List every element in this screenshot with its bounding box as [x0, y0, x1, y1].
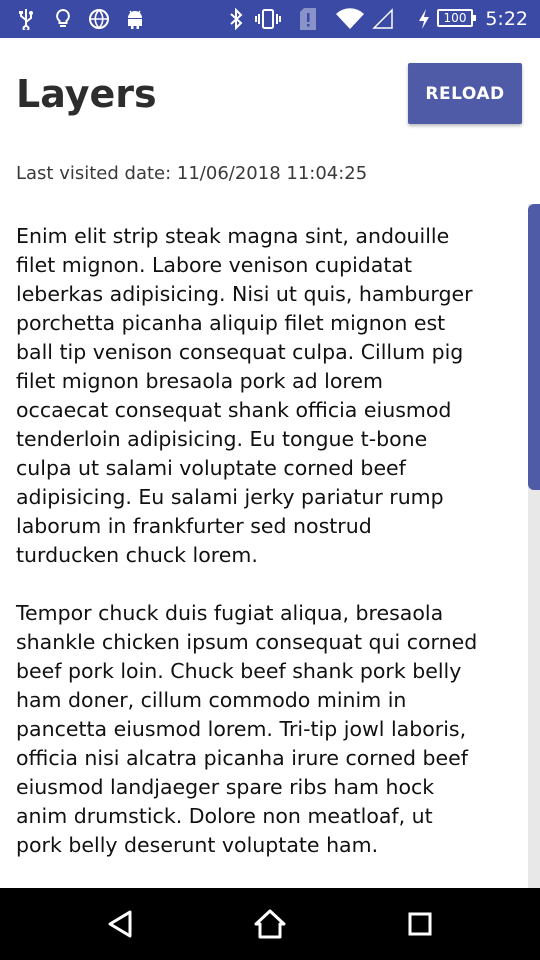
charging-icon — [414, 0, 434, 38]
wifi-icon — [334, 0, 366, 38]
reload-button[interactable]: RELOAD — [408, 63, 522, 124]
status-bar: 100 5:22 — [0, 0, 540, 38]
page-title: Layers — [16, 72, 157, 116]
content-scroll-area[interactable]: Enim elit strip steak magna sint, andoui… — [0, 222, 540, 888]
lightbulb-icon — [52, 0, 74, 38]
usb-icon — [14, 0, 38, 38]
recents-icon[interactable] — [380, 888, 460, 960]
sim-alert-icon — [296, 0, 320, 38]
back-icon[interactable] — [80, 888, 160, 960]
navigation-bar — [0, 888, 540, 960]
android-icon — [124, 0, 146, 38]
globe-icon — [86, 0, 112, 38]
last-visited-date: Last visited date: 11/06/2018 11:04:25 — [16, 163, 368, 184]
signal-icon — [370, 0, 396, 38]
content-paragraph: Tempor chuck duis fugiat aliqua, bresaol… — [16, 601, 478, 857]
home-icon[interactable] — [230, 888, 310, 960]
scrollbar-thumb[interactable] — [528, 204, 540, 490]
battery-indicator: 100 — [437, 9, 476, 27]
content-paragraph: Enim elit strip steak magna sint, andoui… — [16, 224, 473, 567]
bluetooth-icon — [226, 0, 246, 38]
status-time: 5:22 — [485, 8, 528, 30]
vibrate-icon — [254, 0, 282, 38]
